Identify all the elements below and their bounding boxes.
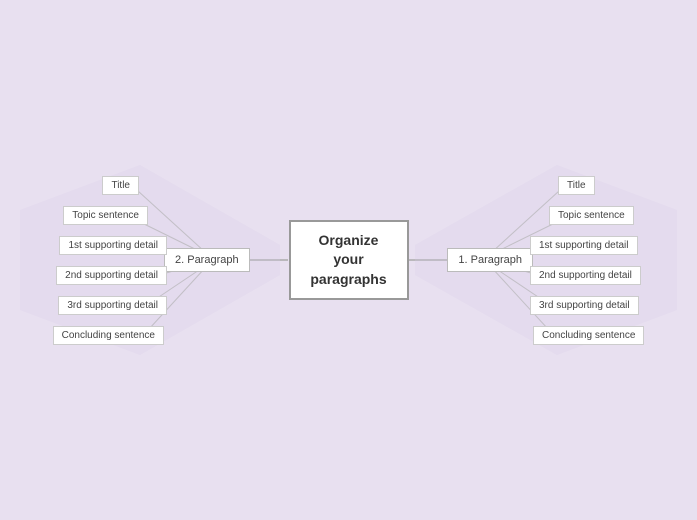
right-leaf-concluding: Concluding sentence [533,326,644,345]
right-leaf-1st: 1st supporting detail [530,236,638,255]
right-leaf-3rd: 3rd supporting detail [530,296,639,315]
center-label: Organizeyourparagraphs [310,231,386,290]
diagram-container: Organizeyourparagraphs 2. Paragraph 1. P… [0,0,697,520]
left-leaf-title: Title [102,176,139,195]
right-leaf-2nd: 2nd supporting detail [530,266,641,285]
left-leaf-2nd: 2nd supporting detail [56,266,167,285]
center-box: Organizeyourparagraphs [289,220,409,300]
left-leaf-topic: Topic sentence [63,206,148,225]
left-leaf-3rd: 3rd supporting detail [58,296,167,315]
right-hub-label: 1. Paragraph [458,254,522,266]
right-leaf-topic: Topic sentence [549,206,634,225]
left-leaf-1st: 1st supporting detail [59,236,167,255]
left-leaf-concluding: Concluding sentence [53,326,164,345]
right-leaf-title: Title [558,176,595,195]
left-hub-label: 2. Paragraph [175,254,239,266]
right-paragraph-hub[interactable]: 1. Paragraph [447,248,533,272]
left-paragraph-hub[interactable]: 2. Paragraph [164,248,250,272]
